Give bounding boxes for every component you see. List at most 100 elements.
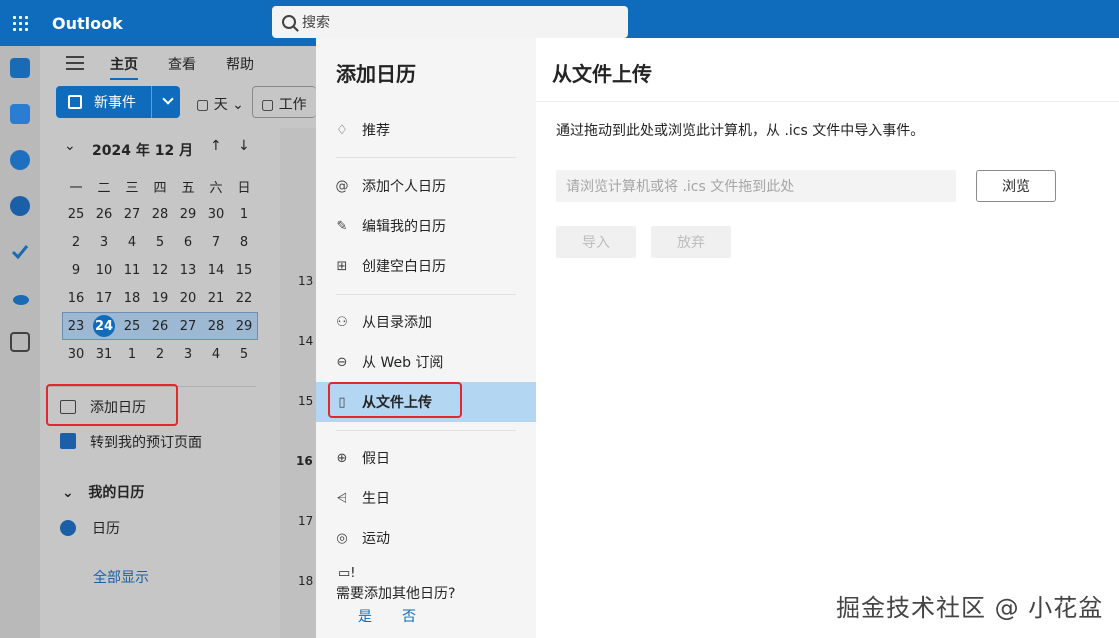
nav-add-personal[interactable]: @ 添加个人日历 [316,166,536,206]
day-cell[interactable]: 30 [202,200,230,228]
link-icon: ⊖ [336,354,348,370]
todo-icon[interactable] [10,242,30,262]
drop-placeholder: 请浏览计算机或将 .ics 文件拖到此处 [566,179,795,195]
weekday-label: 日 [237,180,251,196]
day-cell[interactable]: 27 [174,312,202,340]
search-box[interactable]: 搜索 [272,6,628,38]
feedback-yes-button[interactable]: 是 [358,606,372,626]
tab-home[interactable]: 主页 [110,54,138,80]
nav-edit-calendars[interactable]: ✎ 编辑我的日历 [316,206,536,246]
day-cell[interactable]: 5 [146,228,174,256]
calendar-add-icon: ⊞ [336,258,348,274]
day-view-button[interactable]: ▢ 天 ⌄ [196,94,244,114]
onedrive-icon[interactable] [10,288,30,308]
day-cell[interactable]: 2 [62,228,90,256]
content-title: 从文件上传 [552,62,652,86]
people-icon[interactable] [10,150,30,170]
new-event-button[interactable]: 新事件 [56,86,180,118]
import-button[interactable]: 导入 [556,226,636,258]
weekday-label: 三 [125,180,139,196]
day-cell[interactable]: 20 [174,284,202,312]
hour-label: 15 [298,394,314,408]
day-cell[interactable]: 14 [202,256,230,284]
day-cell[interactable]: 15 [230,256,258,284]
weekday-label: 一 [69,180,83,196]
app-launcher-button[interactable] [0,0,40,46]
prev-month-button[interactable]: ↑ [210,138,222,154]
nav-recommended[interactable]: ♢ 推荐 [316,110,536,150]
day-cell[interactable]: 19 [146,284,174,312]
my-calendars-header[interactable]: ⌄ 我的日历 [62,482,144,502]
day-cell[interactable]: 21 [202,284,230,312]
next-month-button[interactable]: ↓ [238,138,250,154]
highlight-box [46,384,178,426]
calendar-item[interactable]: 日历 [60,518,120,538]
discard-button[interactable]: 放弃 [651,226,731,258]
mail-icon[interactable] [10,58,30,78]
day-cell[interactable]: 3 [90,228,118,256]
search-icon [282,15,296,29]
upload-content: 从文件上传 通过拖动到此处或浏览此计算机，从 .ics 文件中导入事件。 请浏览… [536,38,1119,638]
day-cell[interactable]: 2 [146,340,174,368]
day-cell[interactable]: 29 [230,312,258,340]
day-cell[interactable]: 1 [118,340,146,368]
nav-holidays[interactable]: ⊕ 假日 [316,438,536,478]
calendar-sidebar: 主页 查看 帮助 新事件 ▢ 天 ⌄ ▢ 工作 ⌄ 2024 年 12 月 ↑ … [40,46,316,638]
day-cell[interactable]: 26 [90,200,118,228]
day-cell[interactable]: 3 [174,340,202,368]
more-apps-icon[interactable] [10,332,30,352]
feedback-question: 需要添加其他日历? [336,586,456,602]
calendar-icon[interactable] [10,104,30,124]
day-cell[interactable]: 24 [90,312,118,340]
day-cell[interactable]: 12 [146,256,174,284]
show-all-link[interactable]: 全部显示 [93,567,149,587]
work-week-button[interactable]: ▢ 工作 [252,86,316,118]
nav-birthdays[interactable]: ⩤ 生日 [316,478,536,518]
day-cell[interactable]: 28 [146,200,174,228]
tab-view[interactable]: 查看 [168,54,196,74]
day-cell[interactable]: 25 [62,200,90,228]
day-cell[interactable]: 27 [118,200,146,228]
check-circle-icon [60,520,76,536]
tab-help[interactable]: 帮助 [226,54,254,74]
day-cell[interactable]: 11 [118,256,146,284]
day-cell[interactable]: 13 [174,256,202,284]
day-cell[interactable]: 26 [146,312,174,340]
day-cell[interactable]: 28 [202,312,230,340]
day-cell[interactable]: 25 [118,312,146,340]
day-cell[interactable]: 30 [62,340,90,368]
day-cell[interactable]: 29 [174,200,202,228]
day-cell[interactable]: 22 [230,284,258,312]
chevron-down-icon[interactable] [162,93,174,105]
day-cell[interactable]: 4 [118,228,146,256]
day-cell[interactable]: 7 [202,228,230,256]
nav-sports[interactable]: ◎ 运动 [316,518,536,558]
chevron-down-icon[interactable]: ⌄ [64,138,76,154]
day-cell[interactable]: 1 [230,200,258,228]
day-cell[interactable]: 17 [90,284,118,312]
file-drop-zone[interactable]: 请浏览计算机或将 .ics 文件拖到此处 [556,170,956,202]
day-cell[interactable]: 18 [118,284,146,312]
globe-icon: ⊕ [336,450,348,466]
nav-create-blank[interactable]: ⊞ 创建空白日历 [316,246,536,286]
day-cell[interactable]: 6 [174,228,202,256]
day-cell[interactable]: 23 [62,312,90,340]
day-cell[interactable]: 9 [62,256,90,284]
hamburger-icon[interactable] [66,56,84,70]
weekday-label: 五 [181,180,195,196]
day-cell[interactable]: 4 [202,340,230,368]
day-cell[interactable]: 5 [230,340,258,368]
booking-page-link[interactable]: 转到我的预订页面 [60,432,202,452]
nav-subscribe-web[interactable]: ⊖ 从 Web 订阅 [316,342,536,382]
feedback-no-button[interactable]: 否 [402,606,416,626]
day-cell[interactable]: 8 [230,228,258,256]
search-placeholder: 搜索 [302,15,330,31]
browse-button[interactable]: 浏览 [976,170,1056,202]
weekday-label: 六 [209,180,223,196]
at-icon: @ [335,178,349,194]
nav-from-directory[interactable]: ⚇ 从目录添加 [316,302,536,342]
groups-icon[interactable] [10,196,30,216]
day-cell[interactable]: 10 [90,256,118,284]
day-cell[interactable]: 31 [90,340,118,368]
day-cell[interactable]: 16 [62,284,90,312]
